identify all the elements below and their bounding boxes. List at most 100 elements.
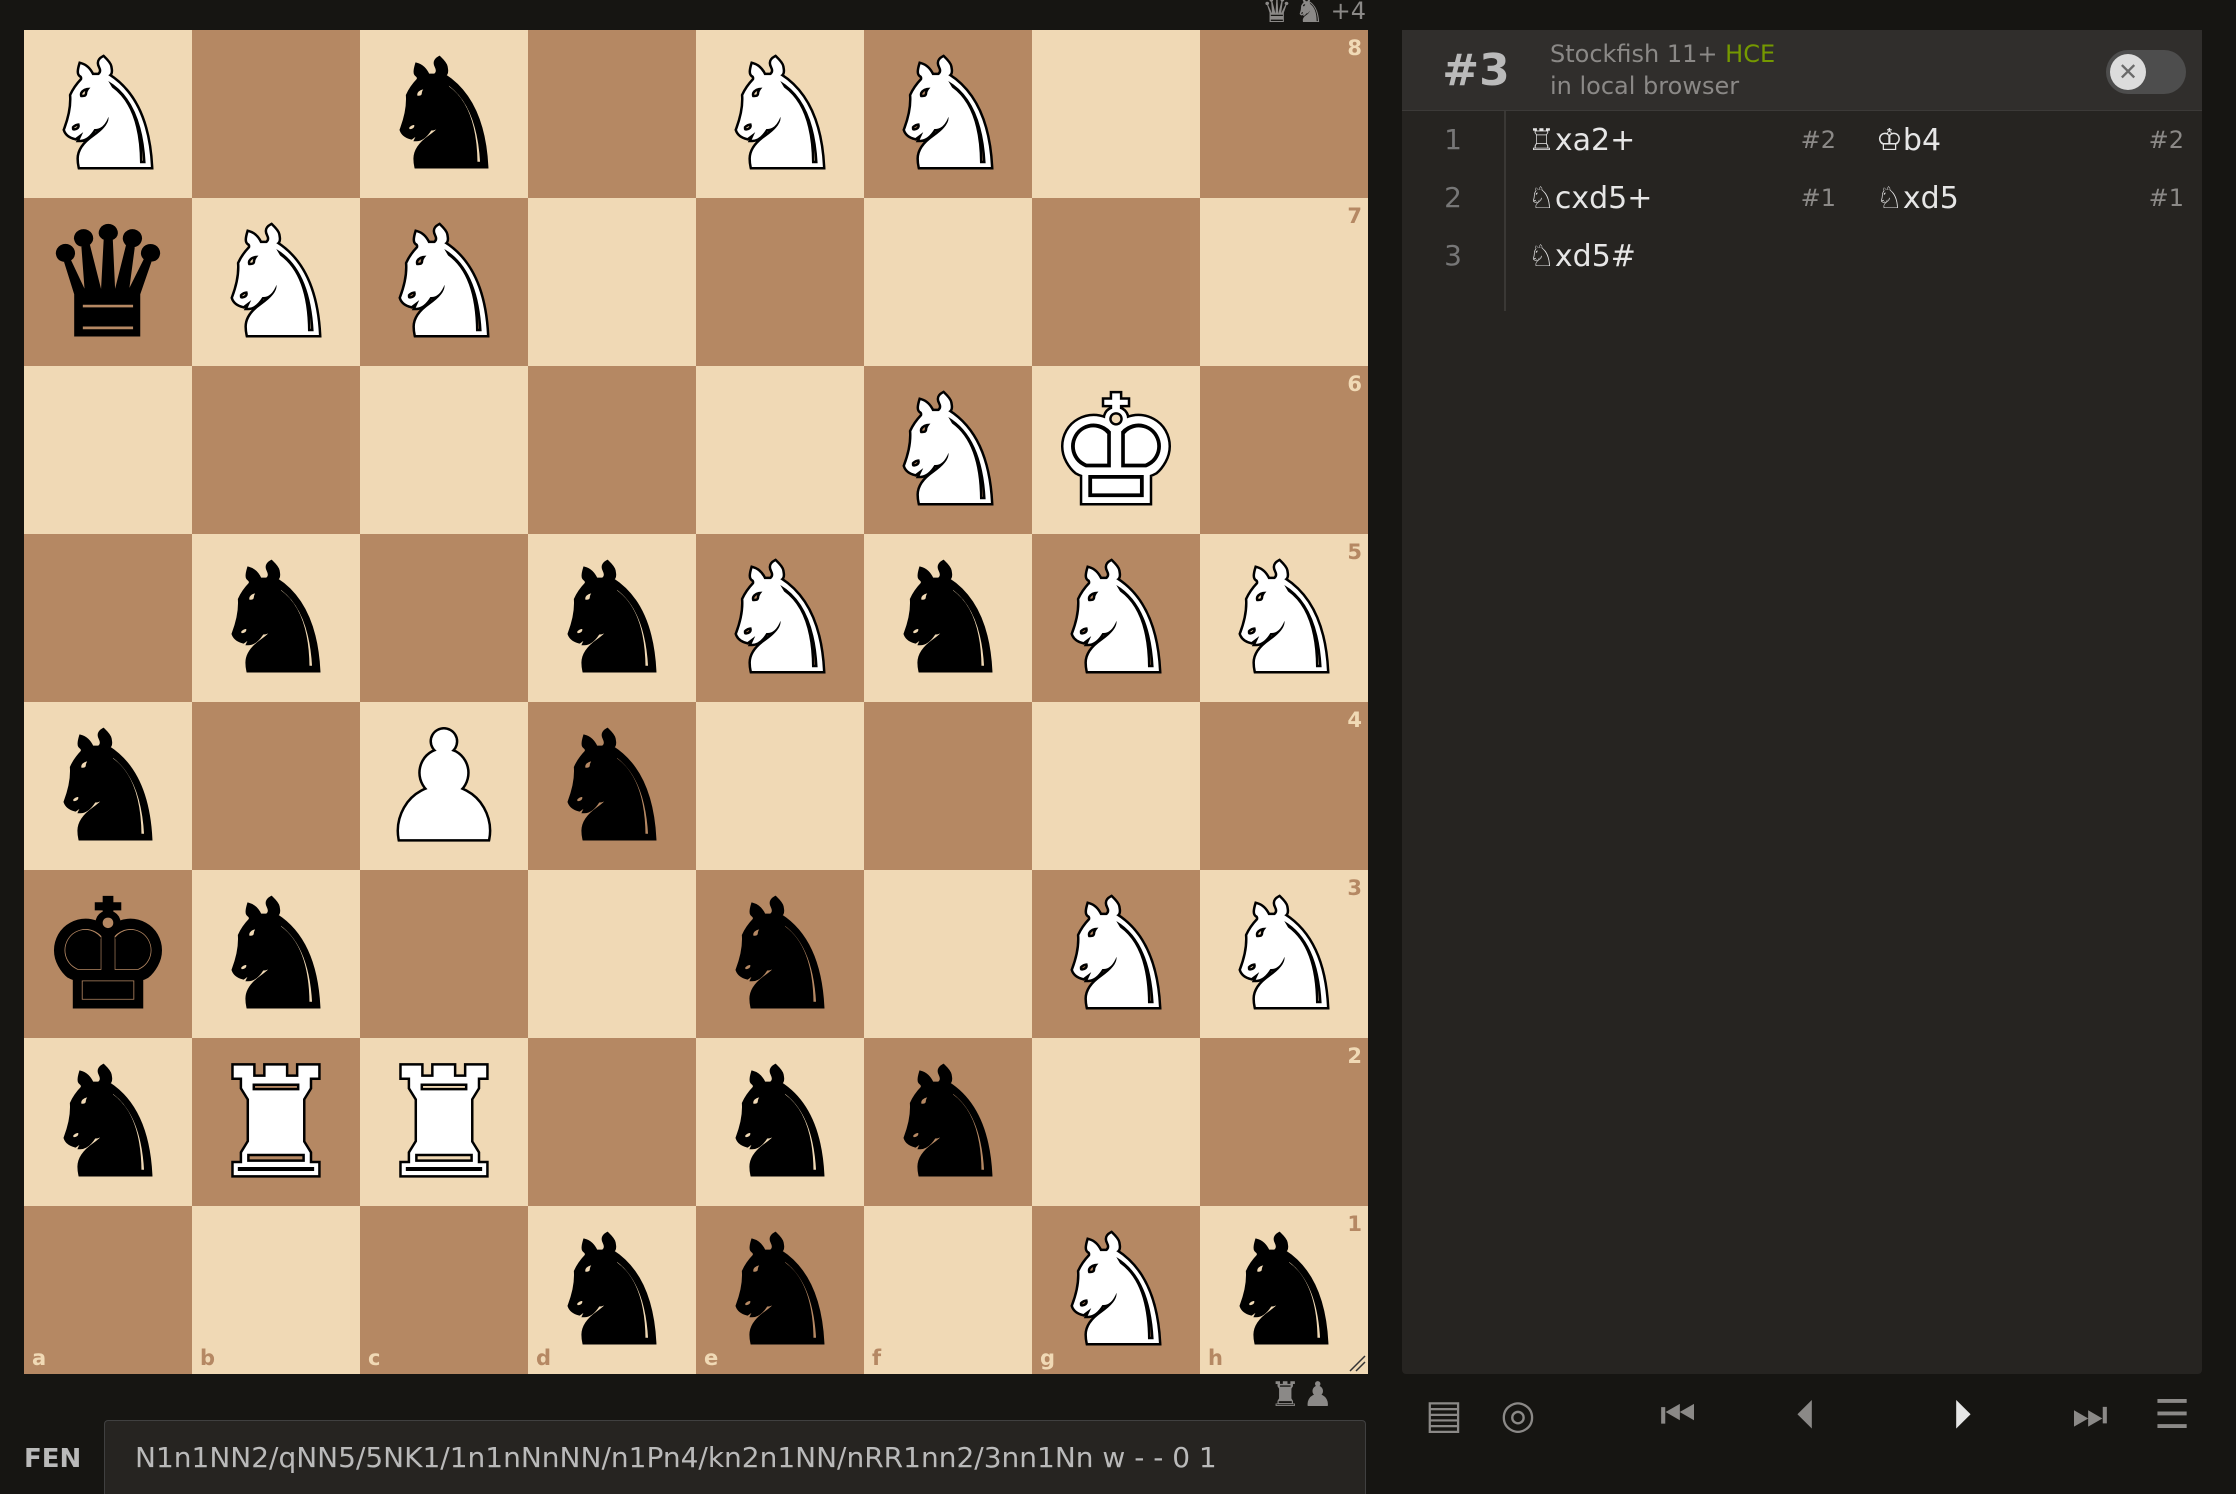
next-move-button[interactable]: ⏵ (1932, 1390, 1992, 1440)
fen-input[interactable]: N1n1NN2/qNN5/5NK1/1n1nNnNN/n1Pn4/kn2n1NN… (104, 1420, 1366, 1494)
square-a3[interactable]: ♚ (24, 870, 192, 1038)
square-e5[interactable]: ♞ (696, 534, 864, 702)
square-e3[interactable]: ♞ (696, 870, 864, 1038)
white-knight-icon[interactable]: ♞ (374, 207, 514, 362)
square-a1[interactable]: a (24, 1206, 192, 1374)
engine-toggle[interactable]: ✕ (2106, 50, 2186, 94)
square-f7[interactable] (864, 198, 1032, 366)
white-pawn-icon[interactable]: ♟ (374, 711, 514, 866)
black-knight-icon[interactable]: ♞ (375, 40, 512, 193)
square-a7[interactable]: ♛ (24, 198, 192, 366)
black-knight-icon[interactable]: ♞ (207, 544, 344, 697)
square-c7[interactable]: ♞ (360, 198, 528, 366)
square-h7[interactable]: 7 (1200, 198, 1368, 366)
square-c2[interactable]: ♜ (360, 1038, 528, 1206)
square-h3[interactable]: ♞ 3 (1200, 870, 1368, 1038)
chess-board[interactable]: ♞ ♞ ♞ ♞ 8 ♛ ♞ ♞ 7 ♞ ♚ 6 ♞ ♞ ♞ ♞ ♞ ♞ 5 ♞ ♟ ♞ 4 ♚ ♞ ♞ ♞ ♞ 3 ♞ ♜ ♜ ♞ ♞ 2 a b c ♞ d… (24, 30, 1368, 1374)
square-h4[interactable]: 4 (1200, 702, 1368, 870)
board-resize-handle[interactable] (1348, 1354, 1366, 1372)
move-black[interactable]: ♘xd5 #1 (1854, 181, 2202, 216)
square-h6[interactable]: 6 (1200, 366, 1368, 534)
white-knight-icon[interactable]: ♞ (1046, 879, 1186, 1034)
black-knight-icon[interactable]: ♞ (39, 1048, 176, 1201)
square-g2[interactable] (1032, 1038, 1200, 1206)
black-knight-icon[interactable]: ♞ (39, 712, 176, 865)
square-g1[interactable]: ♞ g (1032, 1206, 1200, 1374)
square-h1[interactable]: ♞ 1 h (1200, 1206, 1368, 1374)
black-knight-icon[interactable]: ♞ (543, 544, 680, 697)
black-knight-icon[interactable]: ♞ (543, 1216, 680, 1369)
black-knight-icon[interactable]: ♞ (711, 1048, 848, 1201)
square-h2[interactable]: 2 (1200, 1038, 1368, 1206)
square-b3[interactable]: ♞ (192, 870, 360, 1038)
square-g6[interactable]: ♚ (1032, 366, 1200, 534)
square-a2[interactable]: ♞ (24, 1038, 192, 1206)
square-c6[interactable] (360, 366, 528, 534)
square-c1[interactable]: c (360, 1206, 528, 1374)
square-c3[interactable] (360, 870, 528, 1038)
square-g7[interactable] (1032, 198, 1200, 366)
square-g5[interactable]: ♞ (1032, 534, 1200, 702)
first-move-button[interactable]: ⏮ (1648, 1390, 1708, 1440)
white-knight-icon[interactable]: ♞ (206, 207, 346, 362)
square-b1[interactable]: b (192, 1206, 360, 1374)
square-f8[interactable]: ♞ (864, 30, 1032, 198)
square-d2[interactable] (528, 1038, 696, 1206)
white-knight-icon[interactable]: ♞ (878, 375, 1018, 530)
square-d8[interactable] (528, 30, 696, 198)
square-c8[interactable]: ♞ (360, 30, 528, 198)
square-a4[interactable]: ♞ (24, 702, 192, 870)
white-king-icon[interactable]: ♚ (1046, 375, 1186, 530)
square-e7[interactable] (696, 198, 864, 366)
move-white[interactable]: ♘xd5# (1506, 239, 1854, 274)
prev-move-button[interactable]: ⏴ (1776, 1390, 1836, 1440)
white-knight-icon[interactable]: ♞ (1046, 1215, 1186, 1370)
square-e4[interactable] (696, 702, 864, 870)
white-rook-icon[interactable]: ♜ (206, 1047, 346, 1202)
square-a8[interactable]: ♞ (24, 30, 192, 198)
square-f4[interactable] (864, 702, 1032, 870)
black-knight-icon[interactable]: ♞ (711, 880, 848, 1033)
black-queen-icon[interactable]: ♛ (39, 208, 176, 361)
square-f1[interactable]: f (864, 1206, 1032, 1374)
square-f5[interactable]: ♞ (864, 534, 1032, 702)
move-white[interactable]: ♘cxd5+ #1 (1506, 181, 1854, 216)
square-f2[interactable]: ♞ (864, 1038, 1032, 1206)
square-a6[interactable] (24, 366, 192, 534)
square-a5[interactable] (24, 534, 192, 702)
black-knight-icon[interactable]: ♞ (711, 1216, 848, 1369)
square-h5[interactable]: ♞ 5 (1200, 534, 1368, 702)
square-e6[interactable] (696, 366, 864, 534)
square-d5[interactable]: ♞ (528, 534, 696, 702)
last-move-button[interactable]: ⏭ (2060, 1390, 2120, 1440)
square-e1[interactable]: ♞ e (696, 1206, 864, 1374)
white-knight-icon[interactable]: ♞ (1214, 879, 1354, 1034)
square-g3[interactable]: ♞ (1032, 870, 1200, 1038)
white-knight-icon[interactable]: ♞ (710, 543, 850, 698)
black-knight-icon[interactable]: ♞ (543, 712, 680, 865)
square-b2[interactable]: ♜ (192, 1038, 360, 1206)
square-d4[interactable]: ♞ (528, 702, 696, 870)
square-f6[interactable]: ♞ (864, 366, 1032, 534)
black-knight-icon[interactable]: ♞ (207, 880, 344, 1033)
white-knight-icon[interactable]: ♞ (878, 39, 1018, 194)
square-b4[interactable] (192, 702, 360, 870)
white-knight-icon[interactable]: ♞ (1046, 543, 1186, 698)
black-king-icon[interactable]: ♚ (39, 880, 176, 1033)
square-d6[interactable] (528, 366, 696, 534)
square-b8[interactable] (192, 30, 360, 198)
white-knight-icon[interactable]: ♞ (1214, 543, 1354, 698)
square-c5[interactable] (360, 534, 528, 702)
square-b7[interactable]: ♞ (192, 198, 360, 366)
menu-icon[interactable]: ☰ (2142, 1390, 2202, 1440)
move-white[interactable]: ♖xa2+ #2 (1506, 123, 1854, 158)
square-d1[interactable]: ♞ d (528, 1206, 696, 1374)
square-e2[interactable]: ♞ (696, 1038, 864, 1206)
white-rook-icon[interactable]: ♜ (374, 1047, 514, 1202)
square-g8[interactable] (1032, 30, 1200, 198)
white-knight-icon[interactable]: ♞ (710, 39, 850, 194)
square-e8[interactable]: ♞ (696, 30, 864, 198)
white-knight-icon[interactable]: ♞ (38, 39, 178, 194)
square-b5[interactable]: ♞ (192, 534, 360, 702)
black-knight-icon[interactable]: ♞ (1215, 1216, 1352, 1369)
